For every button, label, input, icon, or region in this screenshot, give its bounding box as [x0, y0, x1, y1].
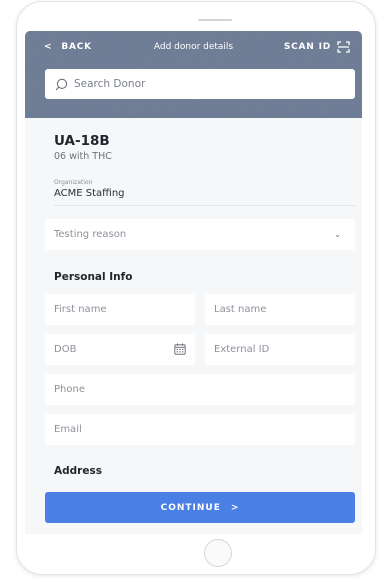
- chevron-down-icon: ⌄: [334, 230, 341, 239]
- search-box[interactable]: [45, 69, 355, 99]
- continue-button[interactable]: CONTINUE >: [45, 492, 355, 523]
- continue-label: CONTINUE: [160, 502, 221, 513]
- testing-reason-select[interactable]: Testing reason ⌄: [45, 219, 355, 250]
- dob-field[interactable]: [45, 334, 195, 365]
- chevron-right-icon: >: [230, 502, 240, 513]
- email-input[interactable]: [54, 424, 355, 435]
- test-code: UA-18B: [54, 133, 110, 149]
- scan-id-label: SCAN ID: [283, 42, 331, 52]
- test-description: 06 with THC: [54, 151, 112, 162]
- last-name-field[interactable]: [205, 294, 355, 325]
- address-title: Address: [54, 465, 102, 477]
- last-name-input[interactable]: [214, 304, 355, 315]
- organization-divider: [54, 205, 355, 206]
- scan-icon: [337, 41, 350, 53]
- phone-input[interactable]: [54, 384, 355, 395]
- app-header: < BACK Add donor details SCAN ID: [25, 31, 362, 118]
- calendar-icon[interactable]: [174, 343, 186, 355]
- scan-id-button[interactable]: SCAN ID: [284, 39, 350, 55]
- organization-label: Organization: [54, 179, 93, 186]
- search-icon: [55, 78, 68, 90]
- email-field[interactable]: [45, 414, 355, 445]
- external-id-input[interactable]: [214, 344, 355, 355]
- app-screen: < BACK Add donor details SCAN ID UA-18B …: [25, 31, 362, 534]
- first-name-input[interactable]: [54, 304, 195, 315]
- tablet-speaker: [198, 19, 232, 21]
- personal-info-title: Personal Info: [54, 271, 133, 283]
- footer: CONTINUE >: [25, 492, 362, 534]
- external-id-field[interactable]: [205, 334, 355, 365]
- home-button[interactable]: [204, 539, 232, 567]
- dob-input[interactable]: [54, 344, 164, 355]
- phone-field[interactable]: [45, 374, 355, 405]
- donor-form: UA-18B 06 with THC Organization ACME Sta…: [25, 118, 362, 492]
- first-name-field[interactable]: [45, 294, 195, 325]
- testing-reason-placeholder: Testing reason: [54, 229, 127, 240]
- organization-value: ACME Staffing: [54, 188, 125, 199]
- search-input[interactable]: [74, 78, 324, 90]
